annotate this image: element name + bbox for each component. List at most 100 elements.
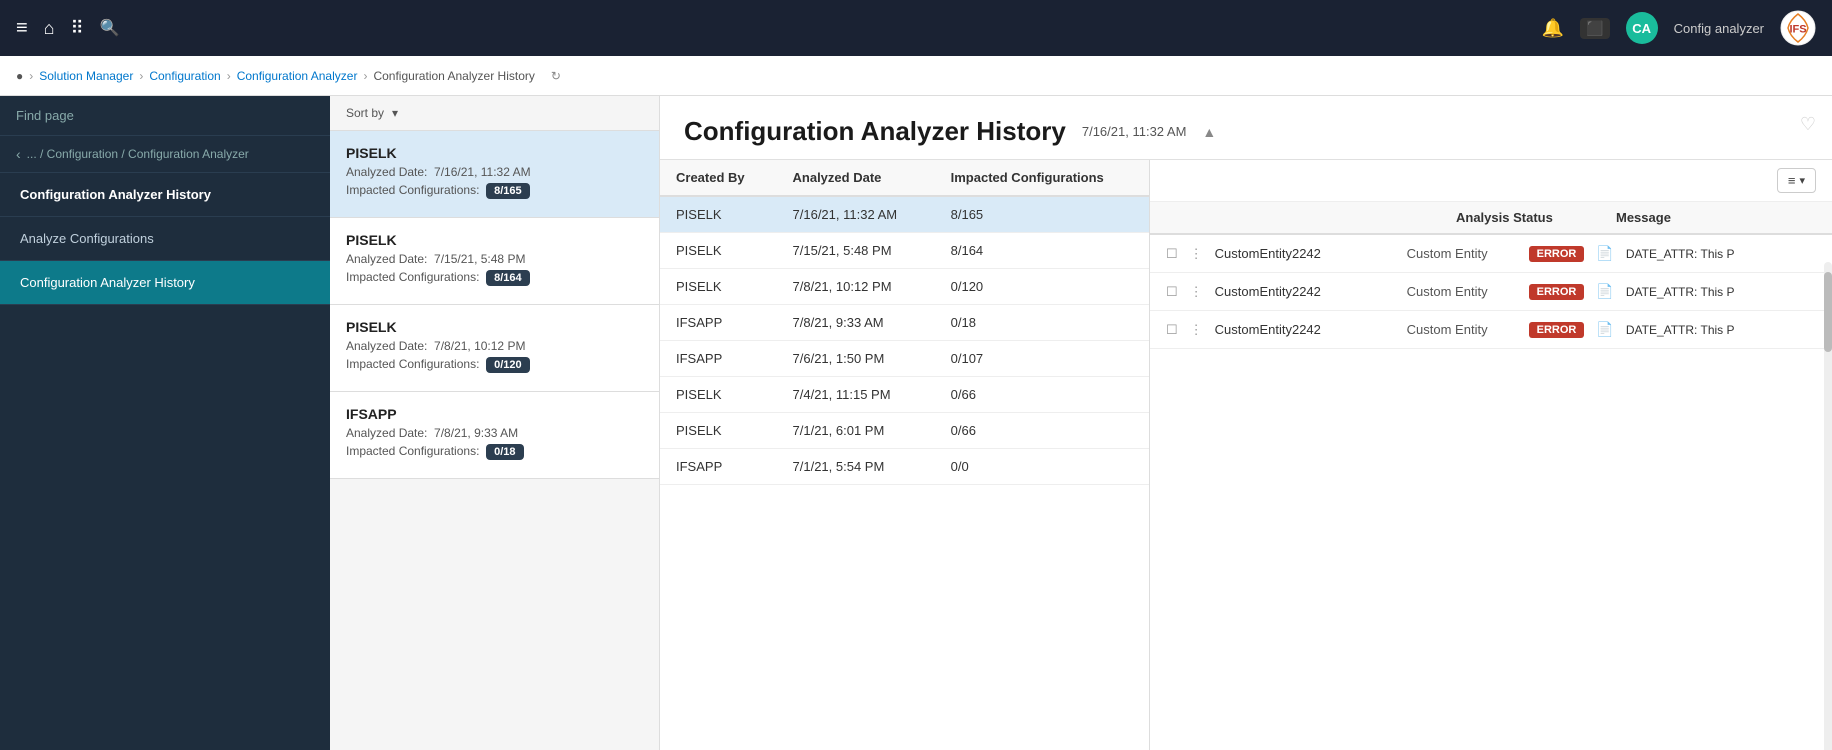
table-row[interactable]: IFSAPP 7/6/21, 1:50 PM 0/107 bbox=[660, 341, 1149, 377]
content-body: Created By Analyzed Date Impacted Config… bbox=[660, 160, 1832, 750]
row-ellipsis-icon[interactable]: ⋮ bbox=[1190, 322, 1203, 338]
history-table-scroll[interactable]: Created By Analyzed Date Impacted Config… bbox=[660, 160, 1149, 750]
sidebar-item-analyze-configurations[interactable]: Analyze Configurations bbox=[0, 217, 330, 261]
sort-by-label: Sort by bbox=[346, 106, 384, 120]
list-panel: Sort by ▾ PISELK Analyzed Date: 7/16/21,… bbox=[330, 96, 660, 750]
row-ellipsis-icon[interactable]: ⋮ bbox=[1190, 284, 1203, 300]
table-row[interactable]: PISELK 7/15/21, 5:48 PM 8/164 bbox=[660, 233, 1149, 269]
col-analyzed-date: Analyzed Date bbox=[777, 160, 935, 196]
list-item-title: IFSAPP bbox=[346, 406, 643, 422]
search-icon[interactable]: 🔍 bbox=[100, 18, 120, 38]
list-item-meta: Analyzed Date: 7/16/21, 11:32 AM bbox=[346, 165, 643, 179]
cell-analyzed-date: 7/16/21, 11:32 AM bbox=[777, 196, 935, 233]
detail-entity-type: Custom Entity bbox=[1407, 246, 1517, 261]
checkbox-icon[interactable]: ☐ bbox=[1166, 246, 1178, 262]
table-row[interactable]: PISELK 7/1/21, 6:01 PM 0/66 bbox=[660, 413, 1149, 449]
home-icon[interactable]: ⌂ bbox=[44, 18, 55, 39]
bell-icon[interactable]: 🔔 bbox=[1542, 18, 1564, 39]
avatar[interactable]: CA bbox=[1626, 12, 1658, 44]
list-item[interactable]: PISELK Analyzed Date: 7/8/21, 10:12 PM I… bbox=[330, 305, 659, 392]
topbar: ≡ ⌂ ⠿ 🔍 🔔 ⬛ CA Config analyzer IFS bbox=[0, 0, 1832, 56]
cell-analyzed-date: 7/1/21, 5:54 PM bbox=[777, 449, 935, 485]
list-item-meta: Impacted Configurations: 0/18 bbox=[346, 444, 643, 460]
sidebar-item-config-analyzer-history[interactable]: Configuration Analyzer History bbox=[0, 261, 330, 305]
checkbox-icon[interactable]: ☐ bbox=[1166, 322, 1178, 338]
refresh-icon[interactable]: ↻ bbox=[551, 69, 561, 83]
detail-doc-icon[interactable]: 📄 bbox=[1596, 283, 1613, 300]
cell-created-by: IFSAPP bbox=[660, 449, 777, 485]
collapse-icon[interactable]: ▲ bbox=[1202, 124, 1216, 140]
content-title: Configuration Analyzer History bbox=[684, 116, 1066, 147]
list-item[interactable]: PISELK Analyzed Date: 7/16/21, 11:32 AM … bbox=[330, 131, 659, 218]
breadcrumb-configuration[interactable]: Configuration bbox=[149, 69, 220, 83]
breadcrumb-configuration-analyzer[interactable]: Configuration Analyzer bbox=[237, 69, 358, 83]
cell-analyzed-date: 7/8/21, 10:12 PM bbox=[777, 269, 935, 305]
heart-icon[interactable]: ♡ bbox=[1800, 114, 1816, 135]
list-item-meta: Impacted Configurations: 0/120 bbox=[346, 357, 643, 373]
list-items: PISELK Analyzed Date: 7/16/21, 11:32 AM … bbox=[330, 131, 659, 750]
sidebar-item-config-analyzer-history-header[interactable]: Configuration Analyzer History bbox=[0, 173, 330, 217]
details-row[interactable]: ☐ ⋮ CustomEntity2242 Custom Entity ERROR… bbox=[1150, 273, 1832, 311]
list-item-badge: 8/165 bbox=[486, 183, 530, 199]
svg-text:IFS: IFS bbox=[1789, 23, 1806, 35]
details-menu-button[interactable]: ≡ ▾ bbox=[1777, 168, 1816, 193]
cell-analyzed-date: 7/8/21, 9:33 AM bbox=[777, 305, 935, 341]
detail-entity-name: CustomEntity2242 bbox=[1215, 284, 1395, 299]
list-item[interactable]: IFSAPP Analyzed Date: 7/8/21, 9:33 AM Im… bbox=[330, 392, 659, 479]
sort-by-chevron-icon[interactable]: ▾ bbox=[392, 106, 398, 120]
checkbox-icon[interactable]: ☐ bbox=[1166, 284, 1178, 300]
table-row[interactable]: PISELK 7/8/21, 10:12 PM 0/120 bbox=[660, 269, 1149, 305]
sidebar-back-nav[interactable]: ‹ ... / Configuration / Configuration An… bbox=[0, 136, 330, 173]
col-impacted: Impacted Configurations bbox=[935, 160, 1149, 196]
details-table-header: Analysis Status Message bbox=[1150, 202, 1832, 235]
details-col-type bbox=[1346, 210, 1456, 225]
cell-impacted: 0/120 bbox=[935, 269, 1149, 305]
content-timestamp: 7/16/21, 11:32 AM bbox=[1082, 124, 1187, 139]
cell-created-by: PISELK bbox=[660, 377, 777, 413]
back-arrow-icon: ‹ bbox=[16, 146, 21, 162]
detail-doc-icon[interactable]: 📄 bbox=[1596, 245, 1613, 262]
cell-analyzed-date: 7/4/21, 11:15 PM bbox=[777, 377, 935, 413]
cell-created-by: IFSAPP bbox=[660, 305, 777, 341]
cell-impacted: 8/165 bbox=[935, 196, 1149, 233]
list-item-title: PISELK bbox=[346, 232, 643, 248]
content-panel: Configuration Analyzer History 7/16/21, … bbox=[660, 96, 1832, 750]
row-ellipsis-icon[interactable]: ⋮ bbox=[1190, 246, 1203, 262]
cell-impacted: 0/0 bbox=[935, 449, 1149, 485]
table-row[interactable]: PISELK 7/16/21, 11:32 AM 8/165 bbox=[660, 196, 1149, 233]
history-table-section: Created By Analyzed Date Impacted Config… bbox=[660, 160, 1150, 750]
table-row[interactable]: PISELK 7/4/21, 11:15 PM 0/66 bbox=[660, 377, 1149, 413]
breadcrumb-solution-manager[interactable]: Solution Manager bbox=[39, 69, 133, 83]
find-page: Find page bbox=[0, 96, 330, 136]
list-item-meta: Impacted Configurations: 8/164 bbox=[346, 270, 643, 286]
detail-message: DATE_ATTR: This P bbox=[1626, 247, 1735, 261]
main-layout: Find page ‹ ... / Configuration / Config… bbox=[0, 96, 1832, 750]
breadcrumb-dot: ● bbox=[16, 69, 23, 83]
detail-doc-icon[interactable]: 📄 bbox=[1596, 321, 1613, 338]
breadcrumb-current: Configuration Analyzer History bbox=[373, 69, 534, 83]
cell-impacted: 0/66 bbox=[935, 377, 1149, 413]
detail-message: DATE_ATTR: This P bbox=[1626, 285, 1735, 299]
cell-impacted: 0/18 bbox=[935, 305, 1149, 341]
username-label: Config analyzer bbox=[1674, 21, 1764, 36]
details-row[interactable]: ☐ ⋮ CustomEntity2242 Custom Entity ERROR… bbox=[1150, 311, 1832, 349]
status-badge: ERROR bbox=[1529, 246, 1585, 262]
hamburger-icon[interactable]: ≡ bbox=[16, 17, 28, 40]
ifs-logo: IFS bbox=[1780, 10, 1816, 46]
sidebar-back-label: ... / Configuration / Configuration Anal… bbox=[27, 147, 249, 161]
details-col-message: Message bbox=[1616, 210, 1816, 225]
col-created-by: Created By bbox=[660, 160, 777, 196]
list-item-badge: 0/120 bbox=[486, 357, 530, 373]
monitor-icon[interactable]: ⬛ bbox=[1580, 18, 1609, 39]
grid-icon[interactable]: ⠿ bbox=[71, 18, 84, 39]
details-toolbar: ≡ ▾ bbox=[1150, 160, 1832, 202]
table-row[interactable]: IFSAPP 7/1/21, 5:54 PM 0/0 bbox=[660, 449, 1149, 485]
table-row[interactable]: IFSAPP 7/8/21, 9:33 AM 0/18 bbox=[660, 305, 1149, 341]
list-item-title: PISELK bbox=[346, 319, 643, 335]
details-row[interactable]: ☐ ⋮ CustomEntity2242 Custom Entity ERROR… bbox=[1150, 235, 1832, 273]
content-header: Configuration Analyzer History 7/16/21, … bbox=[660, 96, 1832, 160]
cell-created-by: PISELK bbox=[660, 269, 777, 305]
details-panel: ≡ ▾ Analysis Status Message ☐ ⋮ CustomEn… bbox=[1150, 160, 1832, 750]
status-badge: ERROR bbox=[1529, 284, 1585, 300]
list-item[interactable]: PISELK Analyzed Date: 7/15/21, 5:48 PM I… bbox=[330, 218, 659, 305]
